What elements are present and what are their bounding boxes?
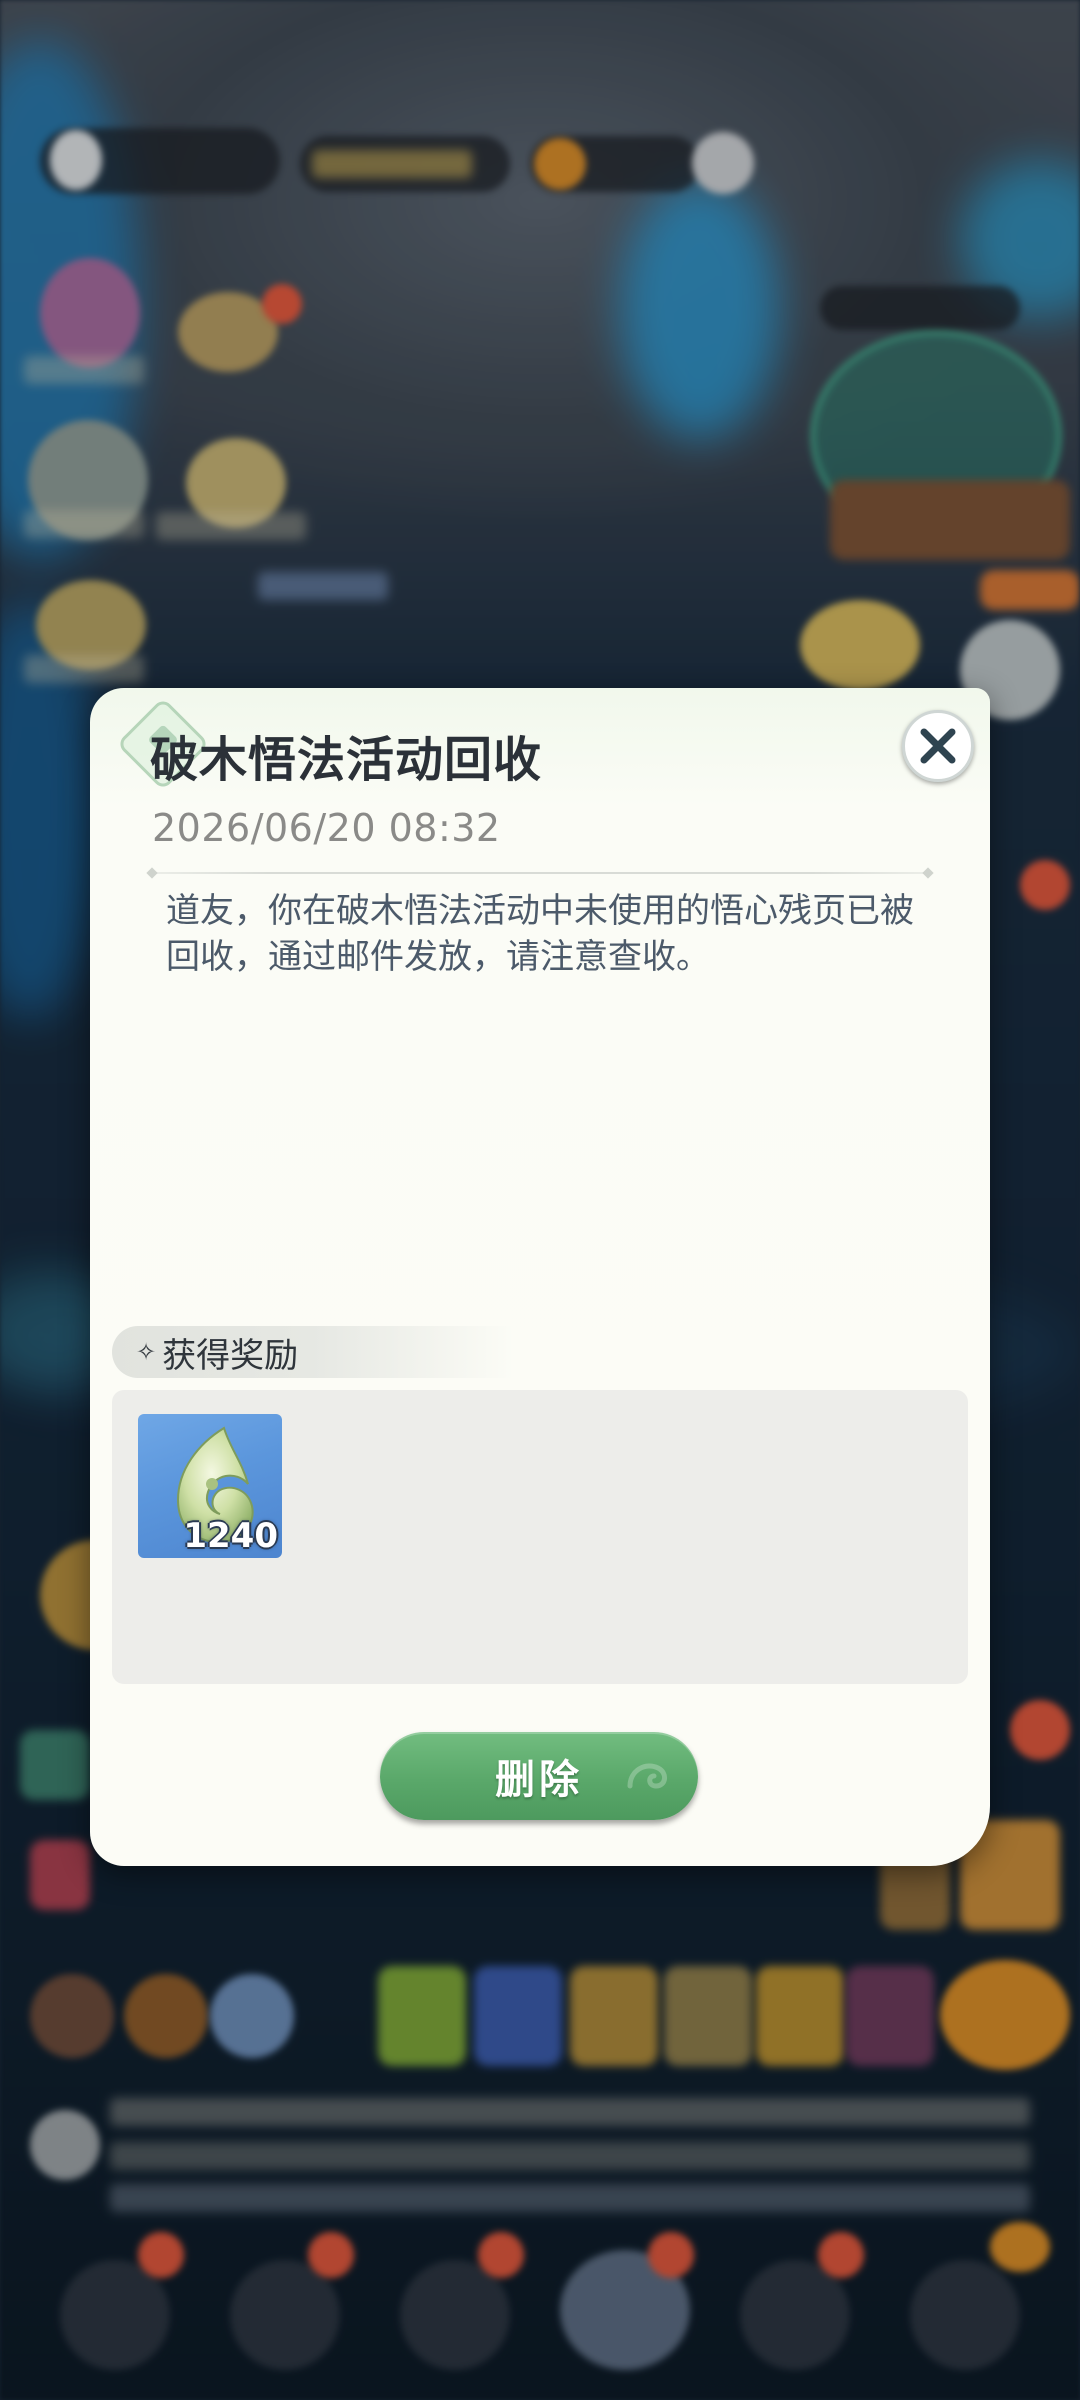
close-button[interactable] bbox=[902, 710, 974, 782]
reward-header: ✧ 获得奖励 bbox=[112, 1326, 512, 1378]
reward-header-label: 获得奖励 bbox=[162, 1335, 299, 1376]
divider bbox=[152, 872, 928, 874]
sparkle-icon: ✧ bbox=[136, 1338, 157, 1366]
mail-date: 2026/06/20 08:32 bbox=[152, 806, 501, 850]
reward-item-quantity: 1240 bbox=[183, 1516, 278, 1556]
reward-item[interactable]: 1240 bbox=[138, 1414, 282, 1558]
close-icon bbox=[920, 728, 956, 764]
reward-list: 1240 bbox=[112, 1390, 968, 1684]
delete-button-label: 删除 bbox=[495, 1757, 583, 1803]
mail-body: 道友，你在破木悟法活动中未使用的悟心残页已被回收，通过邮件发放，请注意查收。 bbox=[166, 891, 914, 977]
cloud-swirl-icon bbox=[627, 1763, 667, 1789]
mail-title: 破木悟法活动回收 bbox=[150, 732, 543, 788]
delete-button[interactable]: 删除 bbox=[380, 1732, 698, 1820]
mail-dialog: 破木悟法活动回收 2026/06/20 08:32 道友，你在破木悟法活动中未使… bbox=[90, 688, 990, 1866]
